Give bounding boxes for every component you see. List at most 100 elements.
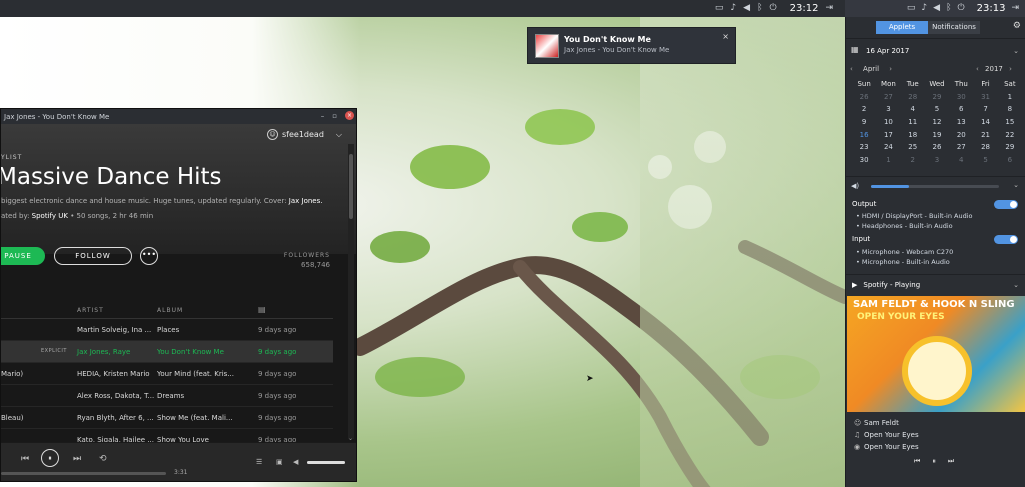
calendar-day[interactable]: 18 — [901, 131, 925, 141]
calendar-day[interactable]: 26 — [925, 143, 949, 153]
previous-track-icon[interactable]: ⏮ — [21, 454, 29, 464]
chevron-down-icon[interactable]: ⌄ — [1013, 281, 1019, 289]
calendar-day[interactable]: 11 — [901, 118, 925, 128]
volume-icon[interactable]: ◀) — [851, 182, 859, 190]
screen-icon[interactable]: ▭ — [715, 0, 724, 17]
playlist-owner-link[interactable]: Spotify UK — [32, 212, 68, 220]
devices-icon[interactable]: ▣ — [276, 458, 283, 466]
chevron-down-icon[interactable]: ⌵ — [336, 130, 342, 140]
column-artist[interactable]: ARTIST — [77, 307, 104, 314]
calendar-day[interactable]: 7 — [973, 105, 997, 115]
bluetooth-icon[interactable]: ᛒ — [946, 0, 951, 17]
follow-button[interactable]: FOLLOW — [54, 247, 132, 265]
minimize-icon[interactable]: – — [321, 112, 325, 120]
calendar-day[interactable]: 13 — [949, 118, 973, 128]
calendar-day[interactable]: 31 — [973, 93, 997, 103]
logout-icon[interactable]: ⇥ — [825, 0, 833, 17]
calendar-day[interactable]: 21 — [973, 131, 997, 141]
calendar-day[interactable]: 30 — [949, 93, 973, 103]
table-row[interactable]: Mario) HEDIA, Kristen Mario Your Mind (fea… — [1, 363, 333, 385]
progress-bar[interactable] — [1, 472, 166, 475]
calendar-day[interactable]: 28 — [973, 143, 997, 153]
chevron-left-icon[interactable]: ‹ — [976, 65, 979, 73]
calendar-day[interactable]: 24 — [876, 143, 900, 153]
calendar-day[interactable]: 12 — [925, 118, 949, 128]
calendar-day[interactable]: 4 — [949, 156, 973, 166]
more-options-button[interactable]: ••• — [140, 247, 158, 265]
calendar-day[interactable]: 1 — [998, 93, 1022, 103]
calendar-day[interactable]: 5 — [925, 105, 949, 115]
calendar-day[interactable]: 4 — [901, 105, 925, 115]
chevron-left-icon[interactable]: ‹ — [850, 65, 853, 73]
scrollbar-thumb[interactable] — [349, 154, 353, 219]
input-device-builtin[interactable]: • Microphone - Built-in Audio — [856, 258, 950, 266]
tab-applets[interactable]: Applets — [876, 21, 928, 34]
column-album[interactable]: ALBUM — [157, 307, 183, 314]
calendar-icon[interactable]: ▤ — [258, 305, 267, 314]
table-row[interactable]: Bleau) Ryan Blyth, After 6, ... Show Me (f… — [1, 407, 333, 429]
calendar-day[interactable]: 30 — [852, 156, 876, 166]
calendar-day[interactable]: 14 — [973, 118, 997, 128]
volume-icon[interactable]: ◀ — [293, 458, 298, 466]
calendar-day[interactable]: 20 — [949, 131, 973, 141]
calendar-day[interactable]: 17 — [876, 131, 900, 141]
logout-icon[interactable]: ⇥ — [1011, 0, 1019, 17]
queue-icon[interactable]: ☰ — [256, 458, 262, 466]
calendar-day[interactable]: 22 — [998, 131, 1022, 141]
pause-button[interactable]: PAUSE — [1, 247, 45, 265]
pause-icon[interactable]: ⏸ — [932, 457, 936, 466]
calendar-day[interactable]: 28 — [901, 93, 925, 103]
calendar-day[interactable]: 10 — [876, 118, 900, 128]
gear-icon[interactable]: ⚙ — [1013, 21, 1021, 31]
calendar-day[interactable]: 5 — [973, 156, 997, 166]
calendar-day[interactable]: 3 — [876, 105, 900, 115]
user-menu[interactable]: ☺ sfee1dead ⌵ — [267, 129, 342, 140]
calendar-day[interactable]: 2 — [852, 105, 876, 115]
calendar-day[interactable]: 25 — [901, 143, 925, 153]
chevron-right-icon[interactable]: › — [889, 65, 892, 73]
volume-slider[interactable] — [307, 461, 345, 464]
output-toggle[interactable] — [994, 200, 1018, 209]
panel-clock-secondary[interactable]: 23:13 — [977, 3, 1006, 14]
calendar-day[interactable]: 9 — [852, 118, 876, 128]
calendar-day[interactable]: 19 — [925, 131, 949, 141]
calendar-day[interactable]: 16 — [852, 131, 876, 141]
chevron-down-icon[interactable]: ⌄ — [1013, 47, 1019, 55]
calendar-day[interactable]: 6 — [949, 105, 973, 115]
now-playing-notification[interactable]: You Don't Know Me Jax Jones - You Don't … — [527, 27, 736, 64]
table-row[interactable]: EXPLICIT Jax Jones, Raye You Don't Know Me… — [1, 341, 333, 363]
scroll-down-icon[interactable]: ⌄ — [348, 435, 353, 442]
cover-artist-link[interactable]: Jax Jones. — [289, 197, 323, 205]
volume-icon[interactable]: ◀ — [743, 0, 750, 17]
close-icon[interactable]: × — [345, 111, 354, 120]
power-icon[interactable]: ⏻ — [770, 0, 777, 17]
calendar-day[interactable]: 29 — [998, 143, 1022, 153]
output-device-headphones[interactable]: • Headphones - Built-in Audio — [856, 222, 953, 230]
power-icon[interactable]: ⏻ — [958, 0, 965, 17]
calendar-day[interactable]: 6 — [998, 156, 1022, 166]
calendar-day[interactable]: 15 — [998, 118, 1022, 128]
calendar-day[interactable]: 27 — [876, 93, 900, 103]
calendar-day[interactable]: 8 — [998, 105, 1022, 115]
repeat-icon[interactable]: ⟲ — [99, 454, 107, 464]
panel-clock[interactable]: 23:12 — [790, 3, 819, 14]
maximize-icon[interactable]: ▫ — [332, 112, 337, 120]
play-icon[interactable]: ▶ — [852, 281, 857, 289]
screen-icon[interactable]: ▭ — [907, 0, 916, 17]
calendar-day[interactable]: 29 — [925, 93, 949, 103]
scrollbar[interactable] — [348, 144, 354, 439]
bell-icon[interactable]: ♪ — [730, 0, 736, 17]
tab-notifications[interactable]: Notifications — [928, 21, 980, 34]
bluetooth-icon[interactable]: ᛒ — [757, 0, 762, 17]
pause-icon[interactable]: ⏸ — [41, 449, 59, 467]
window-titlebar[interactable]: Jax Jones - You Don't Know Me – ▫ × — [1, 109, 356, 124]
chevron-down-icon[interactable]: ⌄ — [1013, 181, 1019, 189]
calendar-day[interactable]: 3 — [925, 156, 949, 166]
output-device-hdmi[interactable]: • HDMI / DisplayPort - Built-in Audio — [856, 212, 973, 220]
chevron-right-icon[interactable]: › — [1009, 65, 1012, 73]
next-track-icon[interactable]: ⏭ — [73, 454, 81, 464]
previous-track-icon[interactable]: ⏮ — [914, 457, 920, 466]
volume-icon[interactable]: ◀ — [933, 0, 940, 17]
next-track-icon[interactable]: ⏭ — [948, 457, 954, 466]
table-row[interactable]: Martin Solveig, Ina ... Places 9 days ago — [1, 319, 333, 341]
